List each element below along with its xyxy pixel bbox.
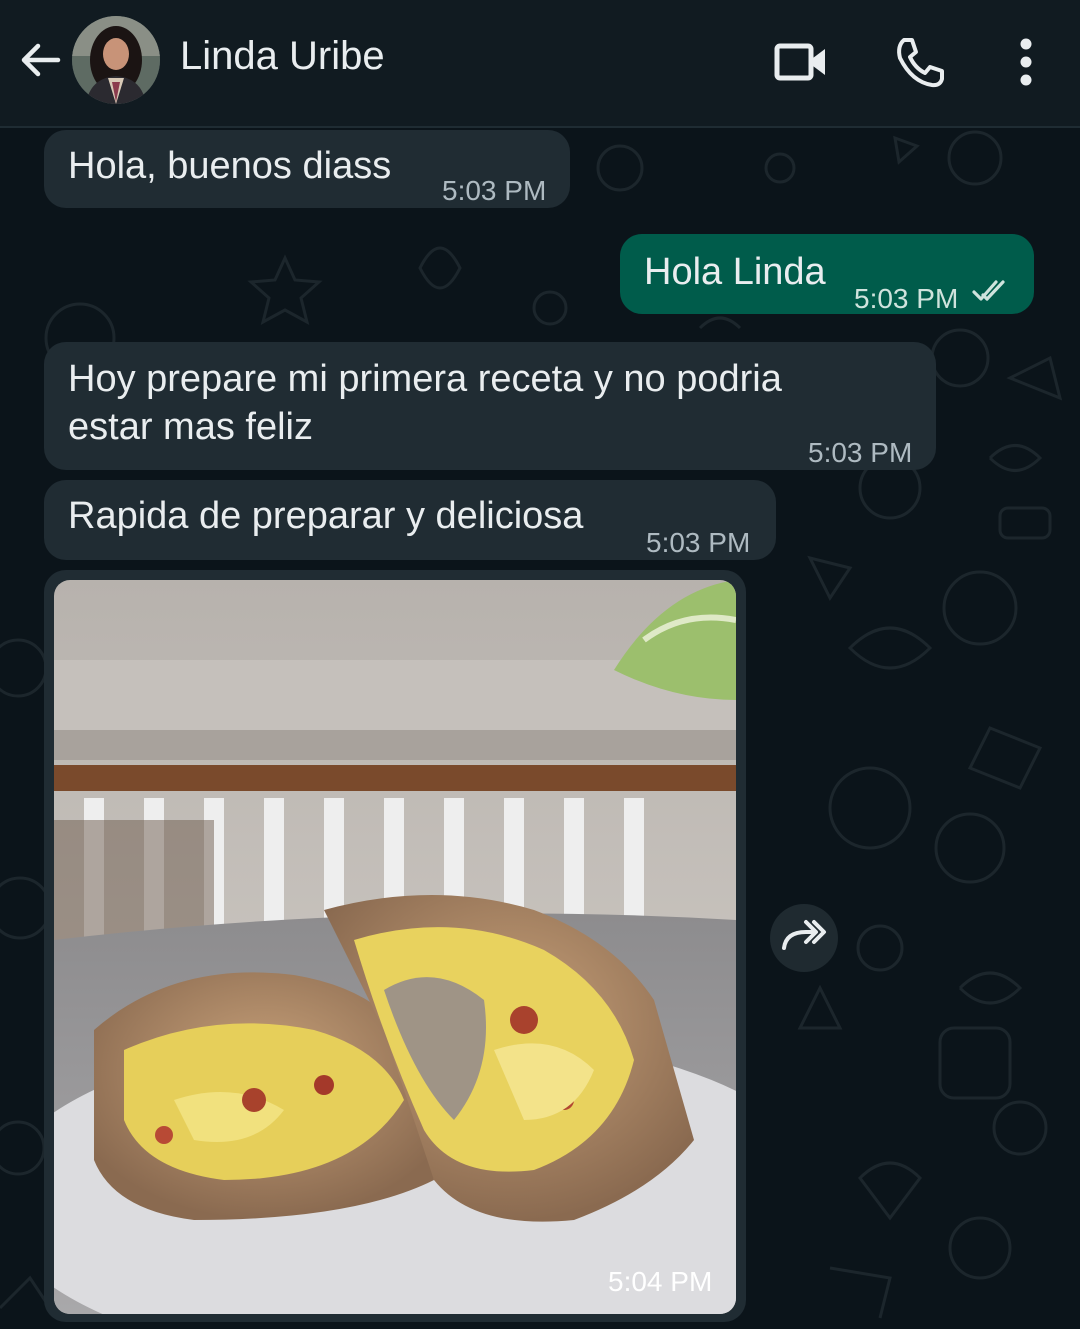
message-text: Hola Linda (644, 251, 826, 293)
message-bubble-incoming[interactable]: Rapida de preparar y deliciosa 5:03 PM (44, 480, 776, 560)
message-text: Rapida de preparar y deliciosa (68, 495, 584, 537)
video-call-icon[interactable] (772, 34, 828, 90)
message-text: Hola, buenos diass (68, 145, 392, 187)
more-vert-icon[interactable] (998, 34, 1054, 90)
read-receipt-icon (972, 280, 1005, 301)
message-time: 5:04 PM (608, 1266, 713, 1297)
message-time: 5:03 PM (854, 283, 959, 314)
message-text-line1: Hoy prepare mi primera receta y no podri… (68, 358, 782, 400)
forward-button[interactable] (770, 904, 838, 972)
message-bubble-image[interactable]: 5:04 PM (44, 570, 746, 1322)
message-bubble-outgoing[interactable]: Hola Linda 5:03 PM (620, 234, 1034, 314)
message-time: 5:03 PM (442, 175, 547, 206)
phone-icon[interactable] (892, 34, 948, 90)
contact-name[interactable]: Linda Uribe (180, 34, 385, 79)
forward-icon (782, 920, 826, 950)
avatar[interactable] (72, 16, 160, 104)
message-bubble-incoming[interactable]: Hola, buenos diass 5:03 PM (44, 130, 570, 208)
message-time: 5:03 PM (646, 527, 751, 558)
burrito-photo[interactable] (54, 580, 736, 1314)
message-bubble-incoming[interactable]: Hoy prepare mi primera receta y no podri… (44, 342, 936, 470)
message-time: 5:03 PM (808, 437, 913, 468)
message-text-line2: estar mas feliz (68, 406, 313, 448)
chat-area[interactable]: Hola, buenos diass 5:03 PM Hola Linda 5:… (0, 128, 1080, 1329)
chat-header: Linda Uribe (0, 0, 1080, 128)
back-arrow-icon[interactable] (16, 36, 64, 84)
